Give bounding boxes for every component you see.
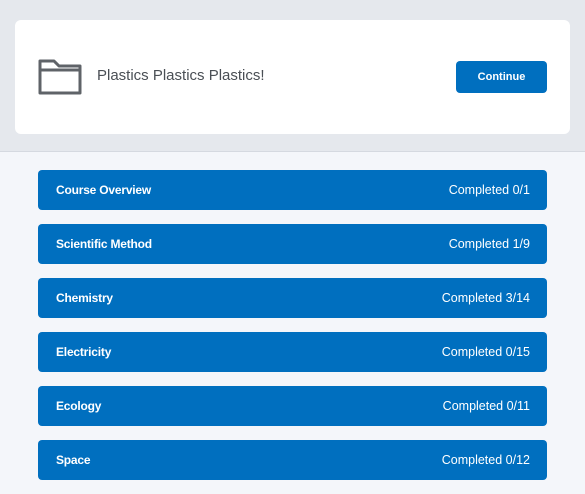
- unit-item-chemistry[interactable]: Chemistry Completed 3/14: [38, 278, 547, 318]
- unit-progress: Completed 0/15: [441, 345, 530, 359]
- unit-progress: Completed 1/9: [448, 237, 530, 251]
- unit-name: Chemistry: [56, 291, 113, 305]
- unit-name: Ecology: [56, 399, 102, 413]
- continue-button[interactable]: Continue: [456, 61, 547, 93]
- folder-icon: [37, 58, 83, 96]
- unit-item-course-overview[interactable]: Course Overview Completed 0/1: [38, 170, 547, 210]
- units-list: Course Overview Completed 0/1 Scientific…: [38, 170, 547, 494]
- unit-name: Space: [56, 453, 91, 467]
- unit-item-scientific-method[interactable]: Scientific Method Completed 1/9: [38, 224, 547, 264]
- unit-progress: Completed 0/11: [442, 399, 530, 413]
- unit-progress: Completed 0/12: [441, 453, 530, 467]
- unit-item-space[interactable]: Space Completed 0/12: [38, 440, 547, 480]
- unit-name: Scientific Method: [56, 237, 152, 251]
- course-card: Plastics Plastics Plastics! Continue: [15, 20, 570, 134]
- unit-name: Course Overview: [56, 183, 152, 197]
- unit-progress: Completed 3/14: [441, 291, 530, 305]
- unit-item-ecology[interactable]: Ecology Completed 0/11: [38, 386, 547, 426]
- unit-progress: Completed 0/1: [448, 183, 530, 197]
- course-title: Plastics Plastics Plastics!: [97, 67, 265, 84]
- unit-item-electricity[interactable]: Electricity Completed 0/15: [38, 332, 547, 372]
- unit-name: Electricity: [56, 345, 112, 359]
